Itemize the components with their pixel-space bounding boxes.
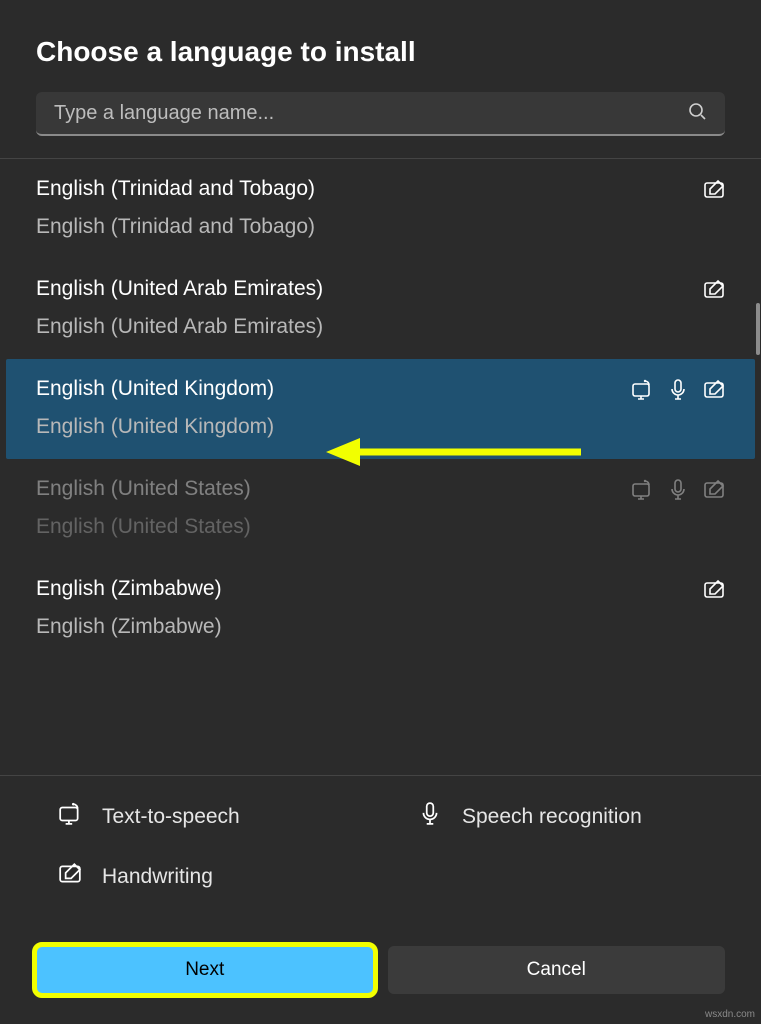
legend-label: Text-to-speech	[102, 805, 240, 829]
handwriting-icon	[703, 379, 725, 401]
legend-label: Handwriting	[102, 865, 213, 889]
language-name-secondary: English (United Arab Emirates)	[36, 315, 703, 339]
handwriting-icon	[703, 279, 725, 301]
language-item-disabled: English (United States) English (United …	[0, 459, 761, 559]
speech-recognition-icon	[418, 802, 442, 832]
language-item[interactable]: English (Zimbabwe) English (Zimbabwe)	[0, 559, 761, 659]
language-name-secondary: English (United Kingdom)	[36, 415, 631, 439]
language-list[interactable]: English (Trinidad and Tobago) English (T…	[0, 159, 761, 775]
dialog-header: Choose a language to install	[0, 0, 761, 92]
language-name-secondary: English (United States)	[36, 515, 631, 539]
search-icon	[687, 101, 707, 126]
scrollbar-thumb[interactable]	[756, 303, 760, 355]
dialog-footer: Next Cancel	[0, 922, 761, 1024]
legend-speech-recognition: Speech recognition	[418, 802, 738, 832]
cancel-button[interactable]: Cancel	[388, 946, 726, 994]
handwriting-icon	[703, 479, 725, 501]
language-name-primary: English (United Kingdom)	[36, 377, 631, 401]
text-to-speech-icon	[631, 479, 653, 501]
next-button[interactable]: Next	[36, 946, 374, 994]
legend-label: Speech recognition	[462, 805, 642, 829]
language-name-primary: English (United States)	[36, 477, 631, 501]
handwriting-icon	[703, 579, 725, 601]
language-name-primary: English (United Arab Emirates)	[36, 277, 703, 301]
legend-handwriting: Handwriting	[58, 862, 378, 892]
language-name-primary: English (Trinidad and Tobago)	[36, 177, 703, 201]
text-to-speech-icon	[58, 802, 82, 832]
search-box[interactable]	[36, 92, 725, 136]
text-to-speech-icon	[631, 379, 653, 401]
language-item[interactable]: English (United Arab Emirates) English (…	[0, 259, 761, 359]
language-install-dialog: Choose a language to install English (Tr…	[0, 0, 761, 1024]
speech-recognition-icon	[667, 379, 689, 401]
speech-recognition-icon	[667, 479, 689, 501]
legend-text-to-speech: Text-to-speech	[58, 802, 378, 832]
search-input[interactable]	[54, 102, 687, 125]
language-item-selected[interactable]: English (United Kingdom) English (United…	[6, 359, 755, 459]
language-name-secondary: English (Zimbabwe)	[36, 615, 703, 639]
language-item[interactable]: English (Trinidad and Tobago) English (T…	[0, 159, 761, 259]
handwriting-icon	[703, 179, 725, 201]
handwriting-icon	[58, 862, 82, 892]
language-name-primary: English (Zimbabwe)	[36, 577, 703, 601]
feature-legend: Text-to-speech Speech recognition Handwr…	[0, 775, 761, 922]
language-name-secondary: English (Trinidad and Tobago)	[36, 215, 703, 239]
watermark: wsxdn.com	[705, 1009, 755, 1020]
search-container	[0, 92, 761, 158]
dialog-title: Choose a language to install	[36, 36, 725, 68]
